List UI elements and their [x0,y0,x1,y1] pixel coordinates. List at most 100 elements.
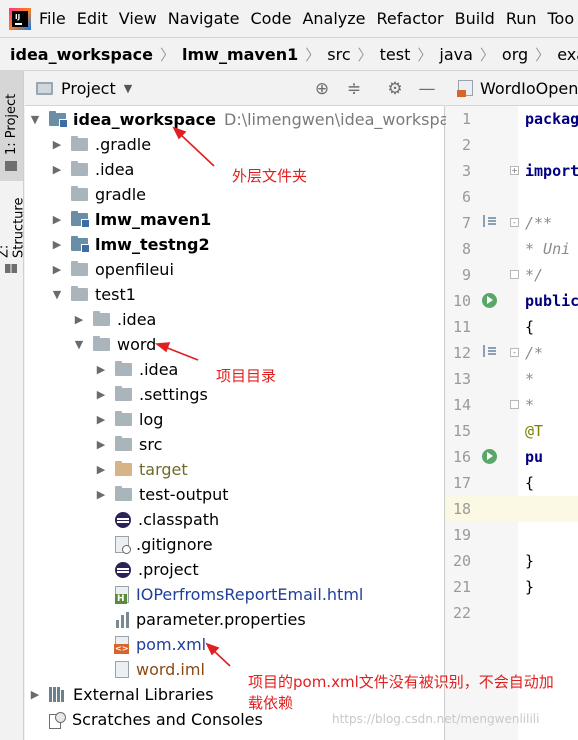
breadcrumb-item[interactable]: example [557,45,578,64]
code-line[interactable]: 10 public [446,288,578,314]
line-number: 17 [452,474,471,492]
chevron-down-icon[interactable]: ▼ [50,288,64,301]
chevron-right-icon[interactable]: ▶ [28,688,42,701]
tree-row[interactable]: ▶ log [25,407,445,432]
libraries-icon [49,687,66,702]
code-line[interactable]: 11 { [446,314,578,340]
implemented-icon[interactable] [483,215,496,227]
tree-row[interactable]: pom.xml [25,632,445,657]
panel-title: Project [61,78,116,98]
chevron-right-icon[interactable]: ▶ [94,488,108,501]
tree-label: word [117,335,157,354]
project-tree: ▼ idea_workspace D:\limengwen\idea_works… [25,106,468,740]
chevron-right-icon[interactable]: ▶ [72,313,86,326]
breadcrumb-item[interactable]: lmw_maven1 [182,45,298,64]
tree-row[interactable]: ▶ target [25,457,445,482]
breadcrumb-item[interactable]: org [502,45,528,64]
tree-row[interactable]: IOPerfromsReportEmail.html [25,582,445,607]
tree-row[interactable]: ▶ lmw_testng2 [25,232,445,257]
tree-row[interactable]: ▶ .idea [25,307,445,332]
menu-file[interactable]: File [39,9,66,28]
hide-panel-icon[interactable]: — [417,79,437,99]
menu-view[interactable]: View [119,9,157,28]
menu-edit[interactable]: Edit [77,9,108,28]
code-line[interactable]: 12 - /* [446,340,578,366]
chevron-right-icon[interactable]: ▶ [50,263,64,276]
chevron-right-icon[interactable]: ▶ [50,238,64,251]
tree-row[interactable]: ▶ .gradle [25,132,445,157]
run-method-icon[interactable] [482,449,497,464]
fold-end-icon[interactable] [510,270,519,279]
chevron-right-icon[interactable]: ▶ [50,213,64,226]
folder-icon [115,361,132,376]
breadcrumb-item[interactable]: java [439,45,473,64]
code-line[interactable]: 16 pu [446,444,578,470]
properties-file-icon [115,611,129,628]
breadcrumb-item[interactable]: src [327,45,350,64]
tree-row[interactable]: .gitignore [25,532,445,557]
tree-row[interactable]: ▶ openfileui [25,257,445,282]
tree-row-root[interactable]: ▼ idea_workspace D:\limengwen\idea_works… [25,107,468,132]
chevron-right-icon[interactable]: ▶ [50,138,64,151]
chevron-right-icon[interactable]: ▶ [94,463,108,476]
code-line[interactable]: 7 -/** [446,210,578,236]
code-line[interactable]: 1 packag [446,106,578,132]
editor-tab[interactable]: WordIoOpen [446,71,578,106]
code-line[interactable]: 2 [446,132,578,158]
code-line[interactable]: 6 [446,184,578,210]
collapse-all-icon[interactable]: ≑ [344,79,364,99]
tool-tab-project[interactable]: 1: Project [0,71,23,181]
tree-row[interactable]: ▶ test-output [25,482,445,507]
code-line[interactable]: 8 * Uni [446,236,578,262]
menu-refactor[interactable]: Refactor [377,9,444,28]
chevron-right-icon[interactable]: ▶ [94,388,108,401]
line-number: 13 [452,370,471,388]
implemented-icon[interactable] [483,345,496,357]
fold-collapse-icon[interactable]: - [510,218,519,227]
locate-file-icon[interactable]: ⊕ [312,79,332,99]
breadcrumb-item[interactable]: test [380,45,411,64]
menu-code[interactable]: Code [251,9,292,28]
fold-end-icon[interactable] [510,400,519,409]
chevron-right-icon[interactable]: ▶ [94,438,108,451]
fold-collapse-icon[interactable]: - [510,348,519,357]
menu-navigate[interactable]: Navigate [168,9,240,28]
code-line[interactable]: 17 { [446,470,578,496]
tree-row[interactable]: ▼ test1 [25,282,445,307]
code-line[interactable]: 13 * [446,366,578,392]
code-line[interactable]: 9 */ [446,262,578,288]
project-view-selector[interactable]: Project ▼ [36,79,132,98]
tool-tab-structure[interactable]: Z: Structure [0,183,27,283]
tree-row[interactable]: .project [25,557,445,582]
code-line[interactable]: 14 * [446,392,578,418]
run-class-icon[interactable] [482,293,497,308]
code-line[interactable]: 22 [446,600,578,626]
menu-run[interactable]: Run [506,9,537,28]
fold-expand-icon[interactable]: + [510,166,519,175]
editor-area: WordIoOpen 1 packag 2 3 + import 6 7-/** 8 … [446,71,578,740]
tree-row[interactable]: ▼ word [25,332,445,357]
tree-row[interactable]: parameter.properties [25,607,445,632]
tree-label: .classpath [138,510,220,529]
chevron-right-icon[interactable]: ▶ [50,163,64,176]
menu-tools[interactable]: Too [548,9,575,28]
code-line[interactable]: 20 } [446,548,578,574]
breadcrumb-item[interactable]: idea_workspace [10,45,153,64]
code-line[interactable]: 3 + import [446,158,578,184]
code-text: import [525,162,578,180]
code-line[interactable]: 19 [446,522,578,548]
chevron-down-icon[interactable]: ▼ [72,338,86,351]
tree-row[interactable]: ▶ src [25,432,445,457]
chevron-right-icon[interactable]: ▶ [94,363,108,376]
tree-row[interactable]: .classpath [25,507,445,532]
chevron-down-icon[interactable]: ▼ [28,113,42,126]
menu-build[interactable]: Build [455,9,495,28]
gear-icon[interactable]: ⚙ [385,79,405,99]
code-line-current[interactable]: 18 [446,496,578,522]
folder-icon [115,436,132,451]
code-line[interactable]: 21} [446,574,578,600]
menu-analyze[interactable]: Analyze [302,9,365,28]
chevron-right-icon[interactable]: ▶ [94,413,108,426]
code-line[interactable]: 15 @T [446,418,578,444]
tree-row[interactable]: ▶ lmw_maven1 [25,207,445,232]
